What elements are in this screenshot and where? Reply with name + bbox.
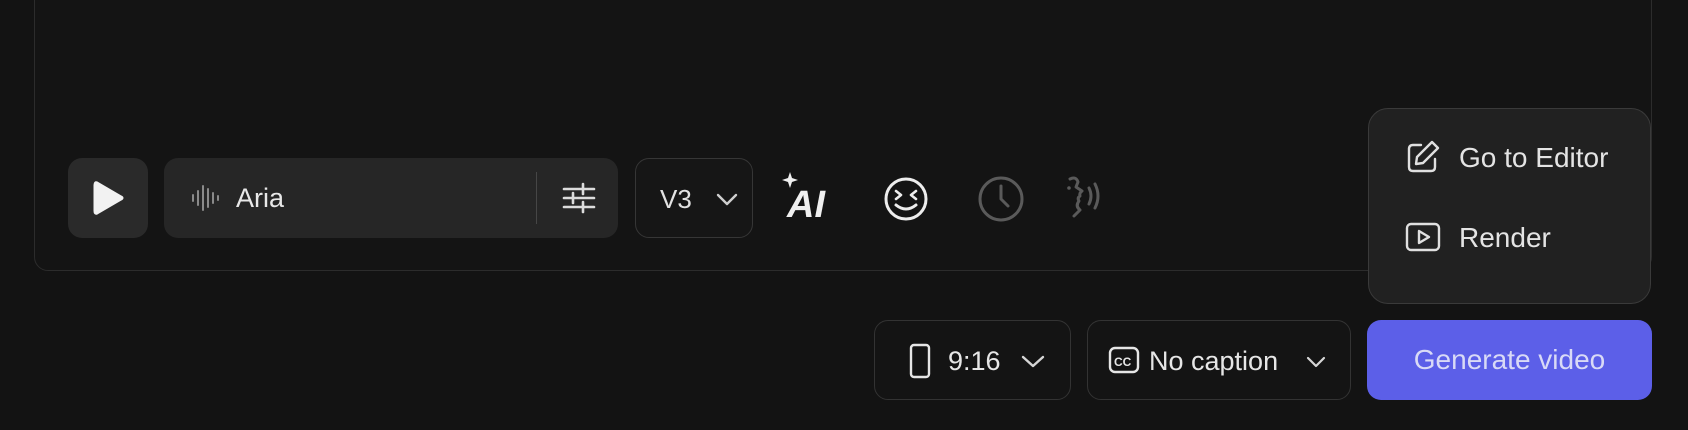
sliders-icon[interactable] — [561, 180, 597, 216]
menu-item-render[interactable]: Render — [1369, 201, 1652, 271]
generate-video-label: Generate video — [1413, 344, 1606, 375]
voice-name: Aria — [236, 183, 285, 213]
chevron-down-icon — [716, 193, 738, 206]
speaking-head-icon[interactable] — [1060, 170, 1118, 228]
model-version-select[interactable]: V3 — [635, 158, 753, 238]
closed-caption-icon: CC — [1108, 346, 1140, 374]
menu-item-label: Go to Editor — [1459, 142, 1609, 173]
svg-text:AI: AI — [786, 184, 826, 226]
edit-icon — [1407, 140, 1440, 173]
play-square-icon — [1405, 222, 1441, 252]
clock-icon[interactable] — [972, 170, 1030, 228]
chevron-down-icon — [1021, 355, 1045, 368]
svg-text:CC: CC — [1114, 355, 1132, 369]
menu-item-label: Render — [1459, 222, 1551, 253]
video-composer: Aria V3 AI Go to Editor Render 9:16 CC N… — [0, 0, 1688, 430]
generate-options-menu: Go to Editor Render — [1368, 108, 1651, 304]
chevron-down-icon — [1306, 356, 1326, 368]
model-version-value: V3 — [660, 184, 692, 214]
voice-divider — [536, 172, 537, 224]
emoji-icon[interactable] — [877, 170, 935, 228]
menu-item-go-to-editor[interactable]: Go to Editor — [1369, 121, 1652, 191]
waveform-icon — [192, 185, 219, 211]
aspect-ratio-select[interactable]: 9:16 — [874, 320, 1071, 400]
ai-sparkle-icon[interactable]: AI — [780, 170, 838, 228]
phone-icon — [909, 343, 931, 379]
aspect-ratio-value: 9:16 — [948, 346, 1001, 376]
generate-video-button[interactable]: Generate video — [1367, 320, 1652, 400]
voice-selector[interactable]: Aria — [164, 158, 618, 238]
play-icon — [93, 181, 124, 215]
caption-value: No caption — [1149, 346, 1279, 376]
play-button[interactable] — [68, 158, 148, 238]
caption-select[interactable]: CC No caption — [1087, 320, 1351, 400]
